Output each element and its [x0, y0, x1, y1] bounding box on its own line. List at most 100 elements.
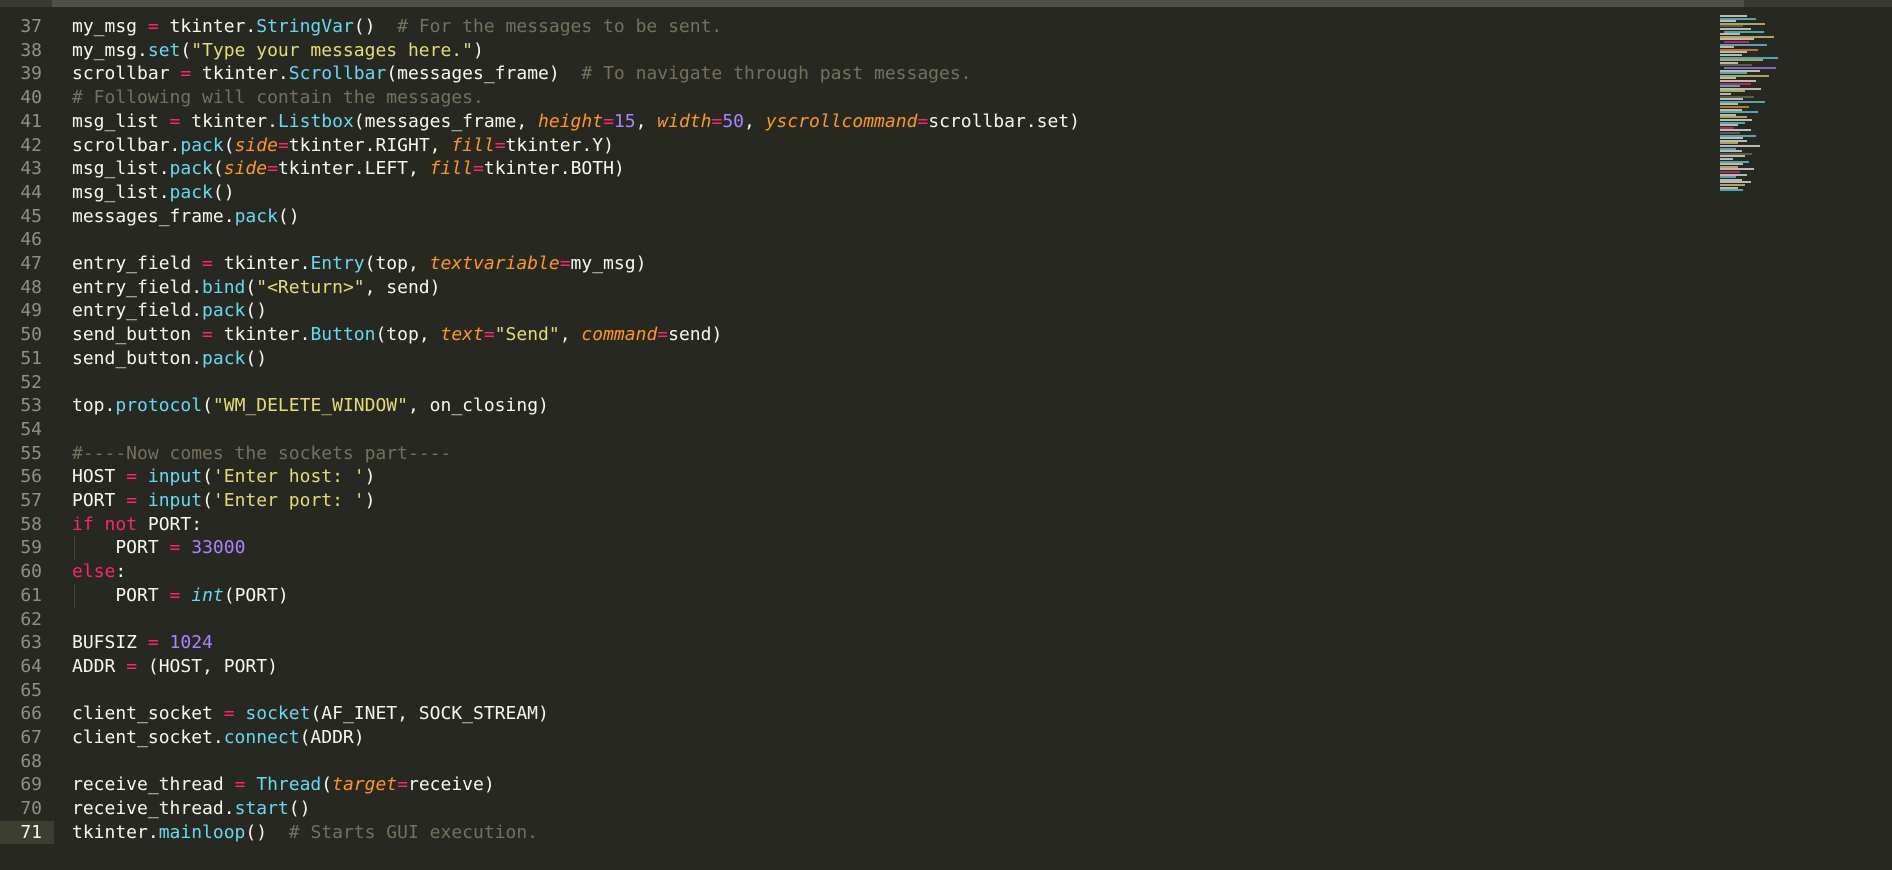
code-token: top.	[72, 395, 116, 417]
code-token: tkinter.	[72, 821, 159, 843]
code-line[interactable]: top.protocol("WM_DELETE_WINDOW", on_clos…	[72, 394, 549, 418]
line-number: 48	[20, 276, 42, 298]
code-line[interactable]: ADDR = (HOST, PORT)	[72, 655, 278, 679]
code-line[interactable]: else:	[72, 560, 126, 584]
line-number: 43	[20, 158, 42, 180]
indent-guide	[74, 536, 75, 561]
code-token: (	[223, 134, 235, 156]
code-line[interactable]: send_button = tkinter.Button(top, text="…	[72, 323, 722, 347]
code-token: =	[169, 537, 181, 559]
code-line[interactable]: HOST = input('Enter host: ')	[72, 465, 375, 489]
code-line[interactable]: msg_list.pack()	[72, 181, 235, 205]
code-token: # Starts GUI execution.	[288, 821, 539, 843]
code-token: =	[397, 774, 408, 796]
code-token: tkinter.BOTH)	[483, 158, 625, 180]
code-token: =	[126, 490, 138, 511]
code-token: messages_frame.	[72, 205, 235, 227]
code-token: # Following will contain the messages.	[72, 87, 484, 109]
code-token: ,	[744, 110, 766, 132]
code-line[interactable]: PORT = int(PORT)	[72, 584, 288, 608]
code-line[interactable]: scrollbar = tkinter.Scrollbar(messages_f…	[72, 62, 972, 86]
code-token: =	[234, 774, 246, 796]
code-line[interactable]: if not PORT:	[72, 513, 202, 537]
code-token: =	[223, 703, 235, 725]
code-line[interactable]: scrollbar.pack(side=tkinter.RIGHT, fill=…	[72, 134, 614, 158]
line-number: 70	[20, 798, 42, 820]
code-token: ()	[245, 347, 268, 369]
line-number: 58	[20, 513, 42, 535]
line-number-gutter[interactable]: 37 38 39 40 41 42 43 44 45 46 47 48 49 50 51 52 53 54 55 56…	[0, 7, 54, 870]
code-line[interactable]: PORT = 33000	[72, 536, 245, 560]
code-token: =	[473, 158, 484, 180]
code-line[interactable]: my_msg = tkinter.StringVar() # For the m…	[72, 15, 722, 39]
line-number: 37	[20, 16, 42, 37]
code-line[interactable]: receive_thread = Thread(target=receive)	[72, 773, 495, 797]
code-token: "<Return>"	[256, 276, 365, 298]
code-token: Listbox	[277, 110, 354, 132]
code-line[interactable]: PORT = input('Enter port: ')	[72, 489, 375, 513]
code-line[interactable]: my_msg.set("Type your messages here.")	[72, 39, 484, 63]
line-number: 50	[20, 324, 42, 346]
code-token: tkinter.Y)	[505, 134, 614, 156]
code-token: , on_closing)	[407, 395, 549, 417]
code-token: protocol	[115, 395, 203, 417]
code-line[interactable]: tkinter.mainloop() # Starts GUI executio…	[72, 821, 538, 845]
code-token: width	[657, 110, 712, 132]
code-token: pack	[202, 300, 246, 322]
line-number: 46	[20, 229, 42, 251]
code-token: =	[711, 110, 723, 132]
code-line[interactable]: send_button.pack()	[72, 347, 267, 371]
code-line[interactable]: # Following will contain the messages.	[72, 86, 484, 110]
line-number: 67	[20, 727, 42, 748]
code-token: target	[332, 774, 398, 796]
code-token: tkinter.	[180, 110, 278, 132]
code-token: (	[202, 490, 213, 511]
line-number: 71	[20, 821, 42, 843]
line-number: 55	[20, 442, 42, 464]
code-token: pack	[169, 181, 213, 203]
code-token: )	[472, 39, 484, 61]
code-token: (top,	[364, 253, 430, 274]
code-line[interactable]: msg_list = tkinter.Listbox(messages_fram…	[72, 110, 1080, 134]
minimap[interactable]	[1712, 7, 1892, 870]
code-token: height	[538, 110, 604, 132]
code-editor[interactable]: 37 38 39 40 41 42 43 44 45 46 47 48 49 50 51 52 53 54 55 56…	[0, 0, 1892, 870]
code-token: int	[191, 584, 224, 606]
code-line[interactable]: BUFSIZ = 1024	[72, 631, 213, 655]
code-token: ()	[212, 181, 235, 203]
code-token: start	[234, 798, 289, 820]
code-token: # To navigate through past messages.	[581, 63, 972, 85]
code-token: (	[180, 39, 192, 61]
code-token: Button	[310, 324, 376, 346]
code-token: msg_list.	[72, 181, 170, 203]
code-token: tkinter.	[212, 253, 311, 274]
code-token: scrollbar.	[72, 134, 181, 156]
code-line[interactable]: #----Now comes the sockets part----	[72, 442, 451, 466]
code-line[interactable]: entry_field.pack()	[72, 299, 267, 323]
code-line[interactable]: receive_thread.start()	[72, 797, 310, 821]
code-line[interactable]: entry_field.bind("<Return>", send)	[72, 276, 440, 300]
code-token: =	[483, 324, 495, 346]
code-line[interactable]: entry_field = tkinter.Entry(top, textvar…	[72, 252, 646, 276]
code-line[interactable]: messages_frame.pack()	[72, 205, 300, 229]
code-line[interactable]: msg_list.pack(side=tkinter.LEFT, fill=tk…	[72, 157, 625, 181]
code-line[interactable]: client_socket.connect(ADDR)	[72, 726, 365, 750]
code-token: Scrollbar	[288, 63, 387, 85]
code-token: text	[440, 324, 484, 346]
code-token: =	[180, 63, 192, 85]
code-token: Entry	[310, 253, 365, 274]
line-number: 39	[20, 63, 42, 85]
code-token: receive_thread.	[72, 798, 235, 820]
active-tab-indicator[interactable]	[52, 0, 1744, 7]
code-token: #----Now comes the sockets part----	[72, 442, 452, 464]
code-token: (AF_INET, SOCK_STREAM)	[310, 703, 549, 725]
code-line[interactable]: client_socket = socket(AF_INET, SOCK_STR…	[72, 702, 549, 726]
line-number: 65	[20, 679, 42, 701]
code-token: send)	[668, 324, 723, 346]
code-text-area[interactable]: my_msg = tkinter.StringVar() # For the m…	[72, 7, 1692, 870]
code-token: ()	[353, 16, 398, 37]
